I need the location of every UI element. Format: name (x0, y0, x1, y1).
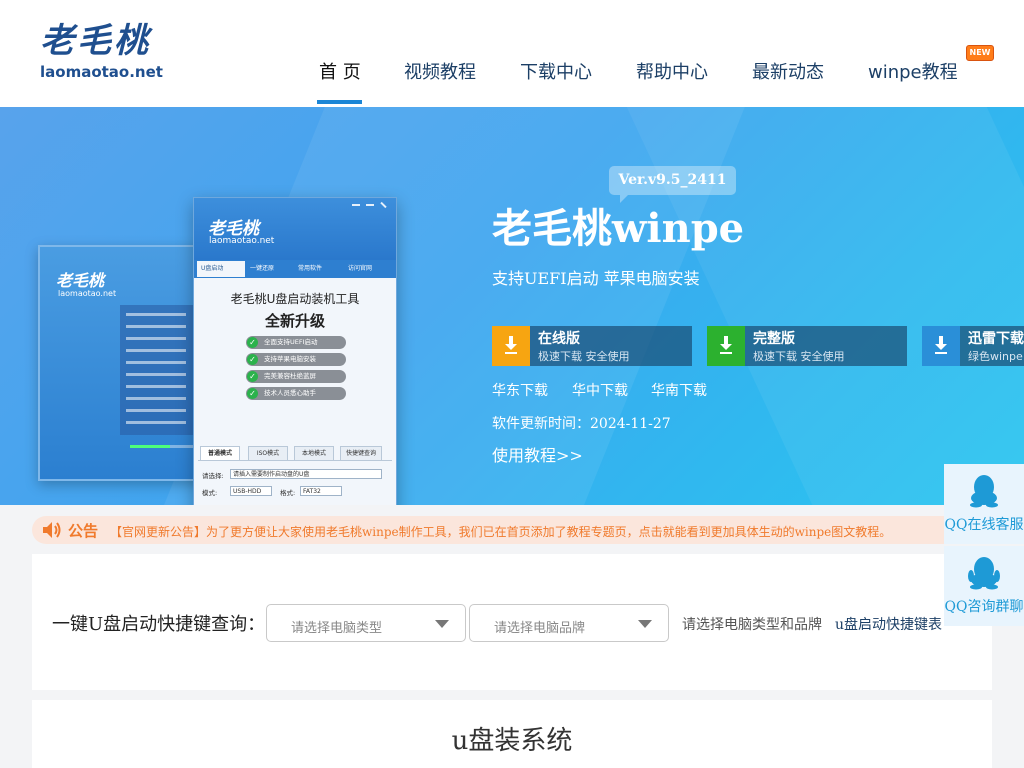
product-title: 老毛桃winpe (492, 205, 745, 252)
usb-install-section: u盘装系统 (32, 700, 992, 768)
boot-menu-line (126, 409, 186, 412)
nav-download-center[interactable]: 下载中心 (520, 58, 592, 84)
mockup-title: 老毛桃U盘启动装机工具 (230, 292, 360, 306)
select-placeholder: 请选择电脑品牌 (494, 621, 586, 636)
check-icon: ✓ (247, 388, 258, 399)
check-icon: ✓ (247, 337, 258, 348)
download-online-button[interactable]: 在线版 极速下载 安全使用 (492, 326, 692, 366)
nav-winpe-tutorial[interactable]: winpe教程 (868, 58, 958, 84)
select-placeholder: 请选择电脑类型 (291, 621, 383, 636)
mockup-logo-en: laomaotao.net (209, 236, 275, 246)
mockup-feature: ✓ 技术人员悉心助手 (246, 387, 346, 400)
nav-latest-news[interactable]: 最新动态 (752, 58, 824, 84)
mockup-tab: U盘启动 (197, 261, 245, 277)
minimize-icon (366, 204, 374, 206)
mockup-tab: 常用软件 (298, 265, 323, 272)
computer-type-select[interactable]: 请选择电脑类型 (266, 604, 466, 642)
site-header: 老毛桃 laomaotao.net 首 页 视频教程 下载中心 帮助中心 最新动… (0, 0, 1024, 107)
download-desc: 极速下载 安全使用 (753, 350, 845, 363)
query-hint: 请选择电脑类型和品牌 (682, 617, 822, 633)
announcement-label: 公告 (68, 522, 99, 540)
mirror-link-east[interactable]: 华东下载 (492, 380, 548, 400)
boot-menu-line (126, 313, 186, 316)
download-name: 迅雷下载 (968, 331, 1024, 347)
qq-group-chat-button[interactable]: QQ咨询群聊 (944, 546, 1024, 626)
mockup-mode-tabs: 普通模式 ISO模式 本地模式 快捷键查询 (198, 446, 392, 461)
qq-group-label: QQ咨询群聊 (944, 599, 1024, 615)
qq-online-support-button[interactable]: QQ在线客服 (944, 464, 1024, 544)
mockup-mode: 普通模式 (200, 446, 240, 461)
mockup-tab: 访问官网 (348, 265, 373, 272)
announcement-bar: 公告 【官网更新公告】为了更方便让大家使用老毛桃winpe制作工具，我们已在首页… (32, 516, 992, 544)
download-full-button[interactable]: 完整版 极速下载 安全使用 (707, 326, 907, 366)
boot-menu-line (126, 397, 186, 400)
logo-en: laomaotao.net (40, 63, 163, 81)
hotkey-table-link[interactable]: u盘启动快捷键表 (835, 614, 942, 634)
check-icon: ✓ (247, 354, 258, 365)
mockup-select: 请插入需要制作启动盘的U盘 (230, 469, 382, 479)
mockup-format-select: FAT32 (300, 486, 342, 496)
mirror-link-south[interactable]: 华南下载 (651, 380, 707, 400)
update-time: 软件更新时间：2024-11-27 (492, 416, 671, 432)
computer-brand-select[interactable]: 请选择电脑品牌 (469, 604, 669, 642)
hotkey-query-panel: 一键U盘启动快捷键查询： 请选择电脑类型 请选择电脑品牌 请选择电脑类型和品牌 … (32, 554, 992, 690)
mirror-link-central[interactable]: 华中下载 (572, 380, 628, 400)
mockup-feature: ✓ 支持苹果电脑安装 (246, 353, 346, 366)
boot-menu-line (126, 421, 186, 424)
qq-icon (970, 475, 998, 508)
menu-icon (352, 204, 360, 206)
announcement-text[interactable]: 【官网更新公告】为了更方便让大家使用老毛桃winpe制作工具，我们已在首页添加了… (110, 523, 891, 540)
download-icon (492, 326, 530, 366)
mockup-logo-en: laomaotao.net (58, 289, 117, 298)
chevron-down-icon (435, 620, 449, 628)
mockup-subtitle: 全新升级 (264, 312, 325, 330)
boot-menu-line (126, 337, 186, 340)
mockup-mode-label: 模式: (202, 489, 218, 497)
mockup-mode: 快捷键查询 (340, 446, 382, 461)
download-name: 完整版 (753, 331, 795, 347)
check-icon: ✓ (247, 371, 258, 382)
speaker-icon (43, 522, 61, 538)
download-icon (707, 326, 745, 366)
qq-group-icon (968, 557, 1000, 590)
progress-fill (130, 445, 170, 448)
section-title: u盘装系统 (451, 726, 573, 756)
mockup-tab: 一键还原 (250, 265, 275, 272)
logo-cn: 老毛桃 (40, 21, 151, 61)
nav-video-tutorial[interactable]: 视频教程 (404, 58, 476, 84)
nav-home[interactable]: 首 页 (319, 58, 361, 84)
boot-menu-line (126, 385, 186, 388)
mockup-mode-select: USB-HDD (230, 486, 272, 496)
mockup-logo: 老毛桃 (56, 271, 105, 290)
boot-menu-line (126, 349, 186, 352)
download-desc: 绿色winpe 更 (968, 350, 1024, 363)
hero-banner: 老毛桃 laomaotao.net 老毛桃 laomaotao.net U盘启动… (0, 107, 1024, 505)
app-screenshot-back: 老毛桃 laomaotao.net (38, 245, 217, 481)
mockup-mode: 本地模式 (294, 446, 334, 461)
mockup-select-label: 请选择: (202, 472, 224, 480)
mockup-format-label: 格式: (280, 489, 296, 497)
mockup-tabs: U盘启动 一键还原 常用软件 访问官网 (194, 260, 396, 278)
download-name: 在线版 (538, 331, 580, 347)
new-badge: NEW (966, 45, 994, 61)
version-tag: Ver.v9.5_2411 (609, 166, 736, 195)
boot-menu-line (126, 373, 186, 376)
download-thunder-button[interactable]: 迅雷下载 绿色winpe 更 (922, 326, 1024, 366)
boot-menu-line (126, 325, 186, 328)
query-label: 一键U盘启动快捷键查询： (52, 614, 266, 635)
qq-support-label: QQ在线客服 (944, 517, 1024, 533)
product-subtitle: 支持UEFI启动 苹果电脑安装 (492, 269, 700, 288)
boot-menu-line (126, 361, 186, 364)
nav-help-center[interactable]: 帮助中心 (636, 58, 708, 84)
mockup-feature: ✓ 完美兼容杜绝蓝屏 (246, 370, 346, 383)
mockup-feature: ✓ 全面支持UEFI启动 (246, 336, 346, 349)
site-logo[interactable]: 老毛桃 laomaotao.net (40, 22, 165, 84)
nav-active-indicator (317, 100, 362, 104)
download-desc: 极速下载 安全使用 (538, 350, 630, 363)
download-icon (922, 326, 960, 366)
tutorial-link[interactable]: 使用教程>> (492, 442, 583, 466)
mockup-mode: ISO模式 (248, 446, 288, 461)
chevron-down-icon (638, 620, 652, 628)
app-screenshot-front: 老毛桃 laomaotao.net U盘启动 一键还原 常用软件 访问官网 老毛… (193, 197, 397, 505)
